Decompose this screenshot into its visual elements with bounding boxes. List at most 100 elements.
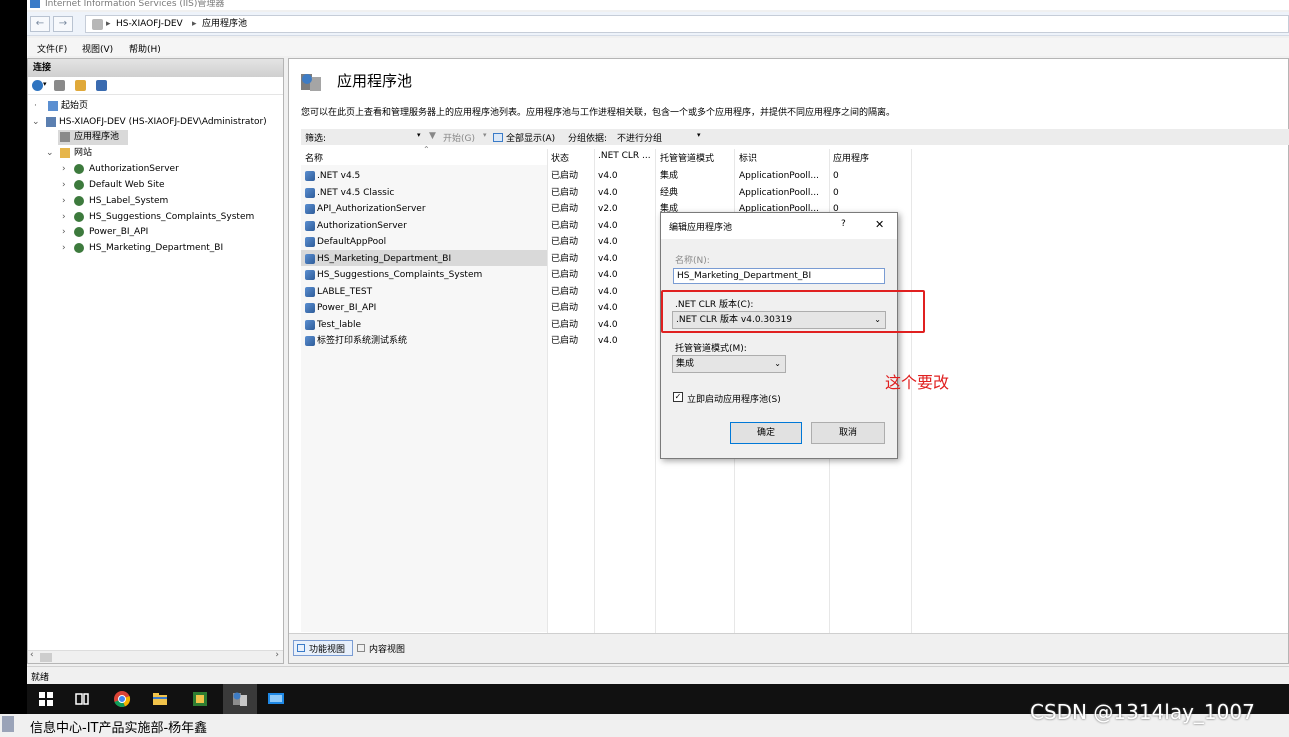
tab-content-view[interactable]: 内容视图 — [369, 642, 405, 655]
show-all-button[interactable]: 全部显示(A) — [506, 131, 555, 144]
breadcrumb-pools[interactable]: 应用程序池 — [202, 18, 247, 30]
highlight-box — [661, 290, 925, 333]
chevron-right-icon[interactable]: › — [62, 194, 66, 208]
menu-bar: 文件(F) 视图(V) 帮助(H) — [27, 38, 1289, 56]
close-button[interactable]: ✕ — [875, 218, 884, 231]
pool-icon — [305, 336, 315, 346]
filter-label: 筛选: — [305, 134, 327, 144]
column-header-status[interactable]: 状态 — [551, 151, 569, 164]
menu-file[interactable]: 文件(F) — [37, 42, 67, 55]
start-page-icon — [48, 101, 58, 111]
help-button[interactable]: ? — [841, 219, 846, 229]
chevron-down-icon[interactable]: ⌄ — [46, 146, 54, 160]
name-field[interactable]: HS_Marketing_Department_BI — [673, 268, 885, 284]
address-bar: ← → ▸ HS-XIAOFJ-DEV ▸ 应用程序池 — [27, 12, 1289, 36]
scroll-right-icon[interactable]: › — [275, 650, 279, 660]
pool-icon — [305, 221, 315, 231]
chevron-right-icon[interactable]: › — [62, 178, 66, 192]
connections-pane: 连接 ▾ · 起始页 ⌄ HS-XIAOFJ-DEV (HS-XIAOFJ-DE… — [27, 58, 284, 664]
column-divider — [547, 149, 548, 633]
group-by-select[interactable]: 不进行分组 — [617, 131, 662, 144]
column-header-apps[interactable]: 应用程序 — [833, 151, 869, 164]
pool-icon — [305, 303, 315, 313]
app-icon[interactable] — [191, 690, 209, 708]
dialog-title: 编辑应用程序池 — [669, 223, 733, 233]
column-header-pipeline[interactable]: 托管管道模式 — [660, 151, 714, 164]
show-all-icon[interactable] — [493, 133, 503, 142]
sort-chevron-icon: ⌃ — [423, 145, 430, 154]
back-button[interactable]: ← — [30, 16, 50, 32]
dropdown-arrow-icon[interactable]: ▾ — [417, 131, 421, 139]
dropdown-arrow-icon[interactable]: ▾ — [483, 131, 487, 139]
filter-bar: 筛选: ▾ ▼ 开始(G) ▾ 全部显示(A) 分组依据: 不进行分组 ▾ — [301, 129, 1289, 145]
app-pool-icon — [60, 132, 70, 142]
scroll-thumb[interactable] — [40, 653, 52, 662]
breadcrumb[interactable]: ▸ HS-XIAOFJ-DEV ▸ 应用程序池 — [85, 15, 1289, 33]
globe-icon — [74, 212, 84, 222]
ok-button[interactable]: 确定 — [730, 422, 802, 444]
go-button[interactable]: 开始(G) — [443, 131, 475, 144]
avatar — [2, 716, 14, 732]
chevron-right-icon[interactable]: › — [62, 210, 66, 224]
breadcrumb-separator-icon: ▸ — [192, 19, 197, 29]
chrome-icon[interactable] — [113, 690, 131, 708]
dropdown-arrow-icon[interactable]: ▾ — [43, 80, 47, 88]
autostart-checkbox[interactable]: ✓ — [673, 392, 683, 402]
cancel-button[interactable]: 取消 — [811, 422, 885, 444]
remote-desktop-icon[interactable] — [267, 690, 285, 708]
file-explorer-icon[interactable] — [151, 690, 169, 708]
page-description: 您可以在此页上查看和管理服务器上的应用程序池列表。应用程序池与工作进程相关联，包… — [301, 108, 896, 118]
chevron-down-icon: ⌄ — [774, 359, 781, 368]
column-header-identity[interactable]: 标识 — [739, 151, 757, 164]
tree-site-item[interactable]: › HS_Suggestions_Complaints_System — [28, 210, 283, 225]
edit-app-pool-dialog: 编辑应用程序池 ? ✕ 名称(N): HS_Marketing_Departme… — [660, 212, 898, 459]
refresh-icon[interactable] — [75, 80, 86, 91]
tree-start-page[interactable]: · 起始页 — [28, 99, 283, 114]
tree-server[interactable]: ⌄ HS-XIAOFJ-DEV (HS-XIAOFJ-DEV\Administr… — [28, 115, 283, 130]
title-bar: Internet Information Services (IIS)管理器 — [27, 0, 1289, 10]
menu-help[interactable]: 帮助(H) — [129, 42, 161, 55]
dropdown-arrow-icon[interactable]: ▾ — [697, 131, 701, 139]
column-header-clr[interactable]: .NET CLR ... — [598, 151, 651, 161]
chevron-right-icon[interactable]: › — [62, 225, 66, 239]
tree-site-item[interactable]: › AuthorizationServer — [28, 162, 283, 177]
globe-icon — [74, 180, 84, 190]
tree-sites[interactable]: ⌄ 网站 — [28, 146, 283, 161]
horizontal-scrollbar[interactable]: ‹ › — [28, 650, 283, 663]
tree-site-item[interactable]: › Default Web Site — [28, 178, 283, 193]
save-icon[interactable] — [54, 80, 65, 91]
chevron-right-icon[interactable]: › — [62, 241, 66, 255]
pipeline-mode-value: 集成 — [676, 359, 695, 369]
filter-input[interactable] — [331, 131, 427, 143]
tree-site-item[interactable]: › HS_Label_System — [28, 194, 283, 209]
tree-app-pools[interactable]: 应用程序池 — [58, 130, 128, 145]
pipeline-mode-select[interactable]: 集成 ⌄ — [672, 355, 786, 373]
content-view-icon — [357, 644, 365, 652]
tab-features-view[interactable]: 功能视图 — [309, 642, 345, 655]
pool-icon — [305, 237, 315, 247]
chevron-down-icon[interactable]: ⌄ — [32, 115, 40, 129]
column-divider — [655, 149, 656, 633]
tree-site-item[interactable]: › Power_BI_API — [28, 225, 283, 240]
forward-button[interactable]: → — [53, 16, 73, 32]
column-header-name[interactable]: 名称 — [305, 151, 323, 164]
folder-icon — [60, 148, 70, 158]
iis-manager-icon[interactable] — [231, 690, 249, 708]
scroll-left-icon[interactable]: ‹ — [30, 650, 34, 660]
server-icon — [92, 19, 103, 30]
filter-go-icon[interactable]: ▼ — [429, 131, 436, 141]
disconnect-icon[interactable] — [96, 80, 107, 91]
breadcrumb-server[interactable]: HS-XIAOFJ-DEV — [116, 18, 183, 30]
tree-site-item[interactable]: › HS_Marketing_Department_BI — [28, 241, 283, 256]
connections-header: 连接 — [28, 59, 283, 77]
pool-icon — [305, 171, 315, 181]
windows-start-icon[interactable] — [37, 690, 55, 708]
server-icon — [46, 117, 56, 127]
globe-icon — [74, 227, 84, 237]
menu-view[interactable]: 视图(V) — [82, 42, 113, 55]
tree-connector: · — [34, 101, 37, 111]
task-view-icon[interactable] — [73, 690, 91, 708]
connect-icon[interactable] — [32, 80, 43, 91]
autostart-label: 立即启动应用程序池(S) — [687, 395, 781, 405]
chevron-right-icon[interactable]: › — [62, 162, 66, 176]
